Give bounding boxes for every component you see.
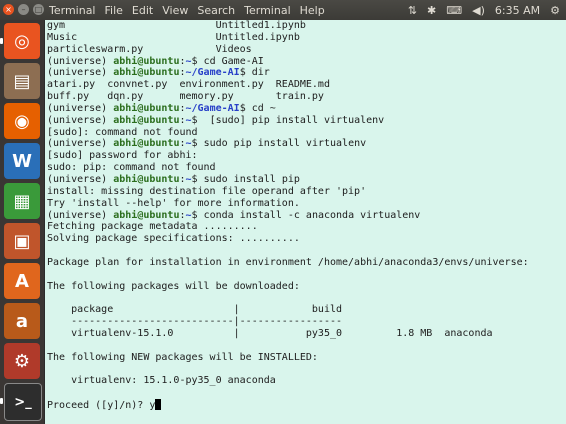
files-icon[interactable]: ▤ [4, 63, 40, 99]
output-line: The following NEW packages will be INSTA… [47, 351, 318, 363]
maximize-window-button[interactable]: □ [33, 4, 44, 15]
terminal-output[interactable]: gym Untitled1.ipynb Music Untitled.ipynb p… [45, 20, 566, 411]
libreoffice-calc-icon[interactable]: ▦ [4, 183, 40, 219]
firefox-icon[interactable]: ◉ [4, 103, 40, 139]
clock[interactable]: 6:35 AM [495, 4, 540, 17]
prompt-line: (universe) abhi@ubuntu:~/Game-AI$ cd ~ [47, 102, 276, 114]
output-line: Music Untitled.ipynb [47, 31, 300, 43]
prompt-line: (universe) abhi@ubuntu:~/Game-AI$ dir [47, 67, 270, 79]
prompt-line: (universe) abhi@ubuntu:~$ cd Game-AI [47, 55, 264, 67]
output-line: package | build [47, 304, 343, 316]
menu-terminal[interactable]: Terminal [244, 4, 291, 17]
output-line: install: missing destination file operan… [47, 185, 367, 197]
input-line: Proceed ([y]/n)? y [47, 399, 566, 411]
indicator-area: ⇅ ✱ ⌨ ◀) 6:35 AM ⚙ [398, 0, 560, 20]
running-indicator [0, 38, 3, 44]
output-line: gym Untitled1.ipynb [47, 20, 306, 31]
prompt-line: (universe) abhi@ubuntu:~$ conda install … [47, 209, 421, 221]
window-controls: × – □ [3, 4, 48, 15]
libreoffice-writer-icon[interactable]: W [4, 143, 40, 179]
software-center-icon[interactable]: A [4, 263, 40, 299]
output-line: atari.py convnet.py environment.py READM… [47, 79, 330, 91]
minimize-window-button[interactable]: – [18, 4, 29, 15]
menu-file[interactable]: File [105, 4, 123, 17]
app-title: Terminal [49, 3, 96, 17]
dash-icon[interactable]: ◎ [4, 23, 40, 59]
settings-icon[interactable]: ⚙ [550, 4, 560, 17]
libreoffice-impress-icon[interactable]: ▣ [4, 223, 40, 259]
terminal-window[interactable]: gym Untitled1.ipynb Music Untitled.ipynb p… [45, 20, 566, 424]
volume-icon[interactable]: ◀) [472, 4, 485, 17]
bluetooth-icon[interactable]: ✱ [427, 4, 436, 17]
menu-view[interactable]: View [162, 4, 188, 17]
text-cursor [155, 399, 162, 410]
output-line: particleswarm.py Videos [47, 43, 252, 55]
prompt-line: (universe) abhi@ubuntu:~$ [sudo] pip ins… [47, 114, 385, 126]
output-line: Package plan for installation in environ… [47, 256, 529, 268]
network-icon[interactable]: ⇅ [408, 4, 417, 17]
terminal-icon[interactable]: >_ [4, 383, 42, 421]
keyboard-icon[interactable]: ⌨ [446, 4, 462, 17]
menu-help[interactable]: Help [300, 4, 325, 17]
output-line: [sudo] password for abhi: [47, 150, 198, 162]
running-indicator [0, 398, 3, 404]
menu-edit[interactable]: Edit [132, 4, 153, 17]
output-line: ---------------------------|------------… [47, 316, 343, 328]
close-window-button[interactable]: × [3, 4, 14, 15]
output-line: Try 'install --help' for more informatio… [47, 197, 300, 209]
menu-search[interactable]: Search [197, 4, 235, 17]
output-line: Solving package specifications: ........… [47, 233, 300, 245]
output-line: virtualenv-15.1.0 | py35_0 1.8 MB anacon… [47, 327, 493, 339]
output-line: virtualenv: 15.1.0-py35_0 anaconda [47, 375, 276, 387]
output-line: sudo: pip: command not found [47, 162, 216, 174]
menu-bar: Terminal File Edit View Search Terminal … [49, 0, 334, 20]
output-line: [sudo]: command not found [47, 126, 198, 138]
output-line: Fetching package metadata ......... [47, 221, 258, 233]
system-settings-icon[interactable]: ⚙ [4, 343, 40, 379]
launcher: ◎ ▤ ◉ W ▦ ▣ Aa ⚙ >_ [0, 20, 44, 424]
output-line: The following packages will be downloade… [47, 280, 300, 292]
top-panel: × – □ Terminal File Edit View Search Ter… [0, 0, 566, 20]
prompt-line: (universe) abhi@ubuntu:~$ sudo pip insta… [47, 138, 367, 150]
output-line: buff.py dqn.py memory.py train.py [47, 91, 324, 103]
prompt-line: (universe) abhi@ubuntu:~$ sudo install p… [47, 173, 300, 185]
amazon-icon[interactable]: a [4, 303, 40, 339]
